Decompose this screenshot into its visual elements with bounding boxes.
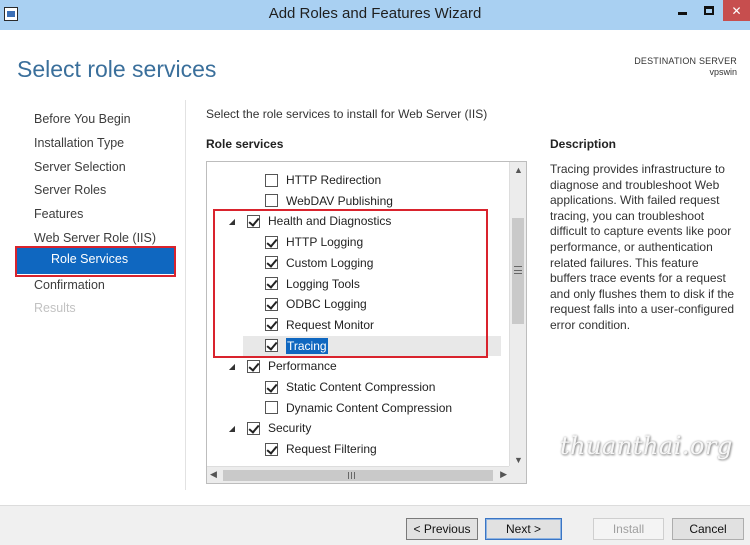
title-bar: Add Roles and Features Wizard ✕ bbox=[0, 0, 750, 30]
role-services-tree[interactable]: HTTP Redirection WebDAV Publishing ◢ Health… bbox=[206, 161, 527, 484]
scroll-right-icon[interactable]: ▶ bbox=[500, 469, 507, 480]
maximize-button[interactable] bbox=[696, 0, 722, 21]
role-service-label: Security bbox=[268, 421, 312, 436]
role-service-label: WebDAV Publishing bbox=[286, 193, 393, 208]
minimize-button[interactable] bbox=[669, 0, 695, 21]
tree-row[interactable]: WebDAV Publishing bbox=[265, 191, 393, 211]
horizontal-scroll-thumb[interactable] bbox=[223, 470, 493, 481]
scroll-down-icon[interactable]: ▼ bbox=[510, 455, 527, 465]
role-service-label: Static Content Compression bbox=[286, 380, 436, 394]
close-icon: ✕ bbox=[731, 3, 742, 18]
tree-row[interactable]: ◢ Health and Diagnostics bbox=[229, 211, 392, 231]
role-service-checkbox[interactable] bbox=[265, 277, 278, 290]
nav-item-features[interactable]: Features bbox=[34, 207, 83, 221]
role-service-checkbox[interactable] bbox=[265, 380, 278, 394]
tree-row[interactable]: Request Monitor bbox=[265, 315, 374, 335]
watermark: thuanthai.org bbox=[560, 432, 733, 460]
role-service-checkbox[interactable] bbox=[265, 256, 278, 270]
close-button[interactable]: ✕ bbox=[723, 0, 750, 21]
role-service-label: Custom Logging bbox=[286, 255, 374, 270]
role-service-label: HTTP Logging bbox=[286, 235, 364, 250]
nav-item-before-you-begin[interactable]: Before You Begin bbox=[34, 112, 131, 126]
role-service-label: HTTP Redirection bbox=[286, 173, 382, 187]
description-heading: Description bbox=[550, 137, 617, 151]
scroll-up-icon[interactable]: ▲ bbox=[510, 165, 527, 175]
nav-item-confirmation[interactable]: Confirmation bbox=[34, 278, 105, 292]
install-button: Install bbox=[593, 518, 664, 540]
role-service-checkbox[interactable] bbox=[247, 214, 260, 228]
tree-row[interactable]: Tracing bbox=[243, 335, 501, 356]
role-service-label: ODBC Logging bbox=[286, 297, 367, 312]
scrollbar-corner bbox=[509, 466, 526, 483]
tree-row[interactable]: ODBC Logging bbox=[265, 294, 367, 314]
role-service-label: Request Filtering bbox=[286, 442, 377, 457]
role-service-checkbox[interactable] bbox=[265, 194, 278, 208]
nav-item-server-selection[interactable]: Server Selection bbox=[34, 160, 126, 174]
role-service-label: Performance bbox=[268, 359, 337, 374]
wizard-footer: < Previous Next > Install Cancel bbox=[0, 505, 750, 545]
tree-row[interactable]: Request Filtering bbox=[265, 439, 377, 459]
role-service-checkbox[interactable] bbox=[265, 235, 278, 249]
role-service-checkbox[interactable] bbox=[265, 318, 278, 332]
destination-server-label: DESTINATION SERVER bbox=[634, 56, 737, 66]
scroll-left-icon[interactable]: ◀ bbox=[210, 469, 217, 480]
role-service-label: Tracing bbox=[286, 337, 328, 354]
role-service-checkbox[interactable] bbox=[265, 442, 278, 456]
role-service-checkbox[interactable] bbox=[265, 339, 278, 353]
nav-item-installation-type[interactable]: Installation Type bbox=[34, 136, 124, 150]
horizontal-scrollbar[interactable]: ◀ ▶ bbox=[207, 466, 510, 483]
nav-item-role-services[interactable]: Role Services bbox=[17, 247, 174, 274]
nav-divider bbox=[185, 100, 186, 490]
tree-row[interactable]: HTTP Redirection bbox=[265, 170, 381, 190]
instruction-text: Select the role services to install for … bbox=[206, 107, 488, 121]
nav-item-results: Results bbox=[34, 301, 76, 315]
tree-row[interactable]: ◢ Performance bbox=[229, 356, 337, 376]
tree-row[interactable]: Dynamic Content Compression bbox=[265, 398, 452, 418]
tree-row[interactable]: Custom Logging bbox=[265, 253, 373, 273]
nav-item-web-server-role[interactable]: Web Server Role (IIS) bbox=[34, 231, 156, 245]
previous-button[interactable]: < Previous bbox=[406, 518, 478, 540]
window-title: Add Roles and Features Wizard bbox=[268, 5, 482, 22]
page-title: Select role services bbox=[17, 56, 217, 82]
description-text: Tracing provides infrastructure to diagn… bbox=[550, 162, 735, 332]
next-button[interactable]: Next > bbox=[485, 518, 562, 540]
nav-item-server-roles[interactable]: Server Roles bbox=[34, 183, 106, 197]
scroll-grip-icon bbox=[348, 472, 355, 479]
tree-row[interactable]: ◢ Security bbox=[229, 418, 312, 438]
role-service-checkbox[interactable] bbox=[265, 297, 278, 311]
role-service-label: Request Monitor bbox=[286, 317, 375, 332]
cancel-button[interactable]: Cancel bbox=[672, 518, 744, 540]
role-service-checkbox[interactable] bbox=[247, 359, 260, 373]
tree-row[interactable]: Static Content Compression bbox=[265, 377, 435, 397]
minimize-icon bbox=[677, 12, 687, 15]
vertical-scrollbar[interactable]: ▲ ▼ bbox=[509, 162, 526, 468]
role-service-checkbox[interactable] bbox=[265, 401, 278, 415]
scroll-grip-icon bbox=[514, 266, 522, 274]
role-service-label: Dynamic Content Compression bbox=[286, 400, 453, 415]
destination-server-name: vpswin bbox=[709, 67, 737, 77]
role-service-checkbox[interactable] bbox=[265, 173, 278, 187]
role-service-label: Logging Tools bbox=[286, 276, 360, 291]
tree-row[interactable]: HTTP Logging bbox=[265, 232, 363, 252]
expand-toggle-icon[interactable]: ◢ bbox=[227, 418, 237, 438]
expand-toggle-icon[interactable]: ◢ bbox=[227, 211, 237, 231]
tree-row[interactable]: Logging Tools bbox=[265, 274, 360, 294]
role-service-label: Health and Diagnostics bbox=[268, 214, 392, 229]
role-service-checkbox[interactable] bbox=[247, 421, 260, 435]
expand-toggle-icon[interactable]: ◢ bbox=[227, 356, 237, 376]
maximize-icon bbox=[704, 6, 714, 15]
role-services-heading: Role services bbox=[206, 137, 284, 151]
